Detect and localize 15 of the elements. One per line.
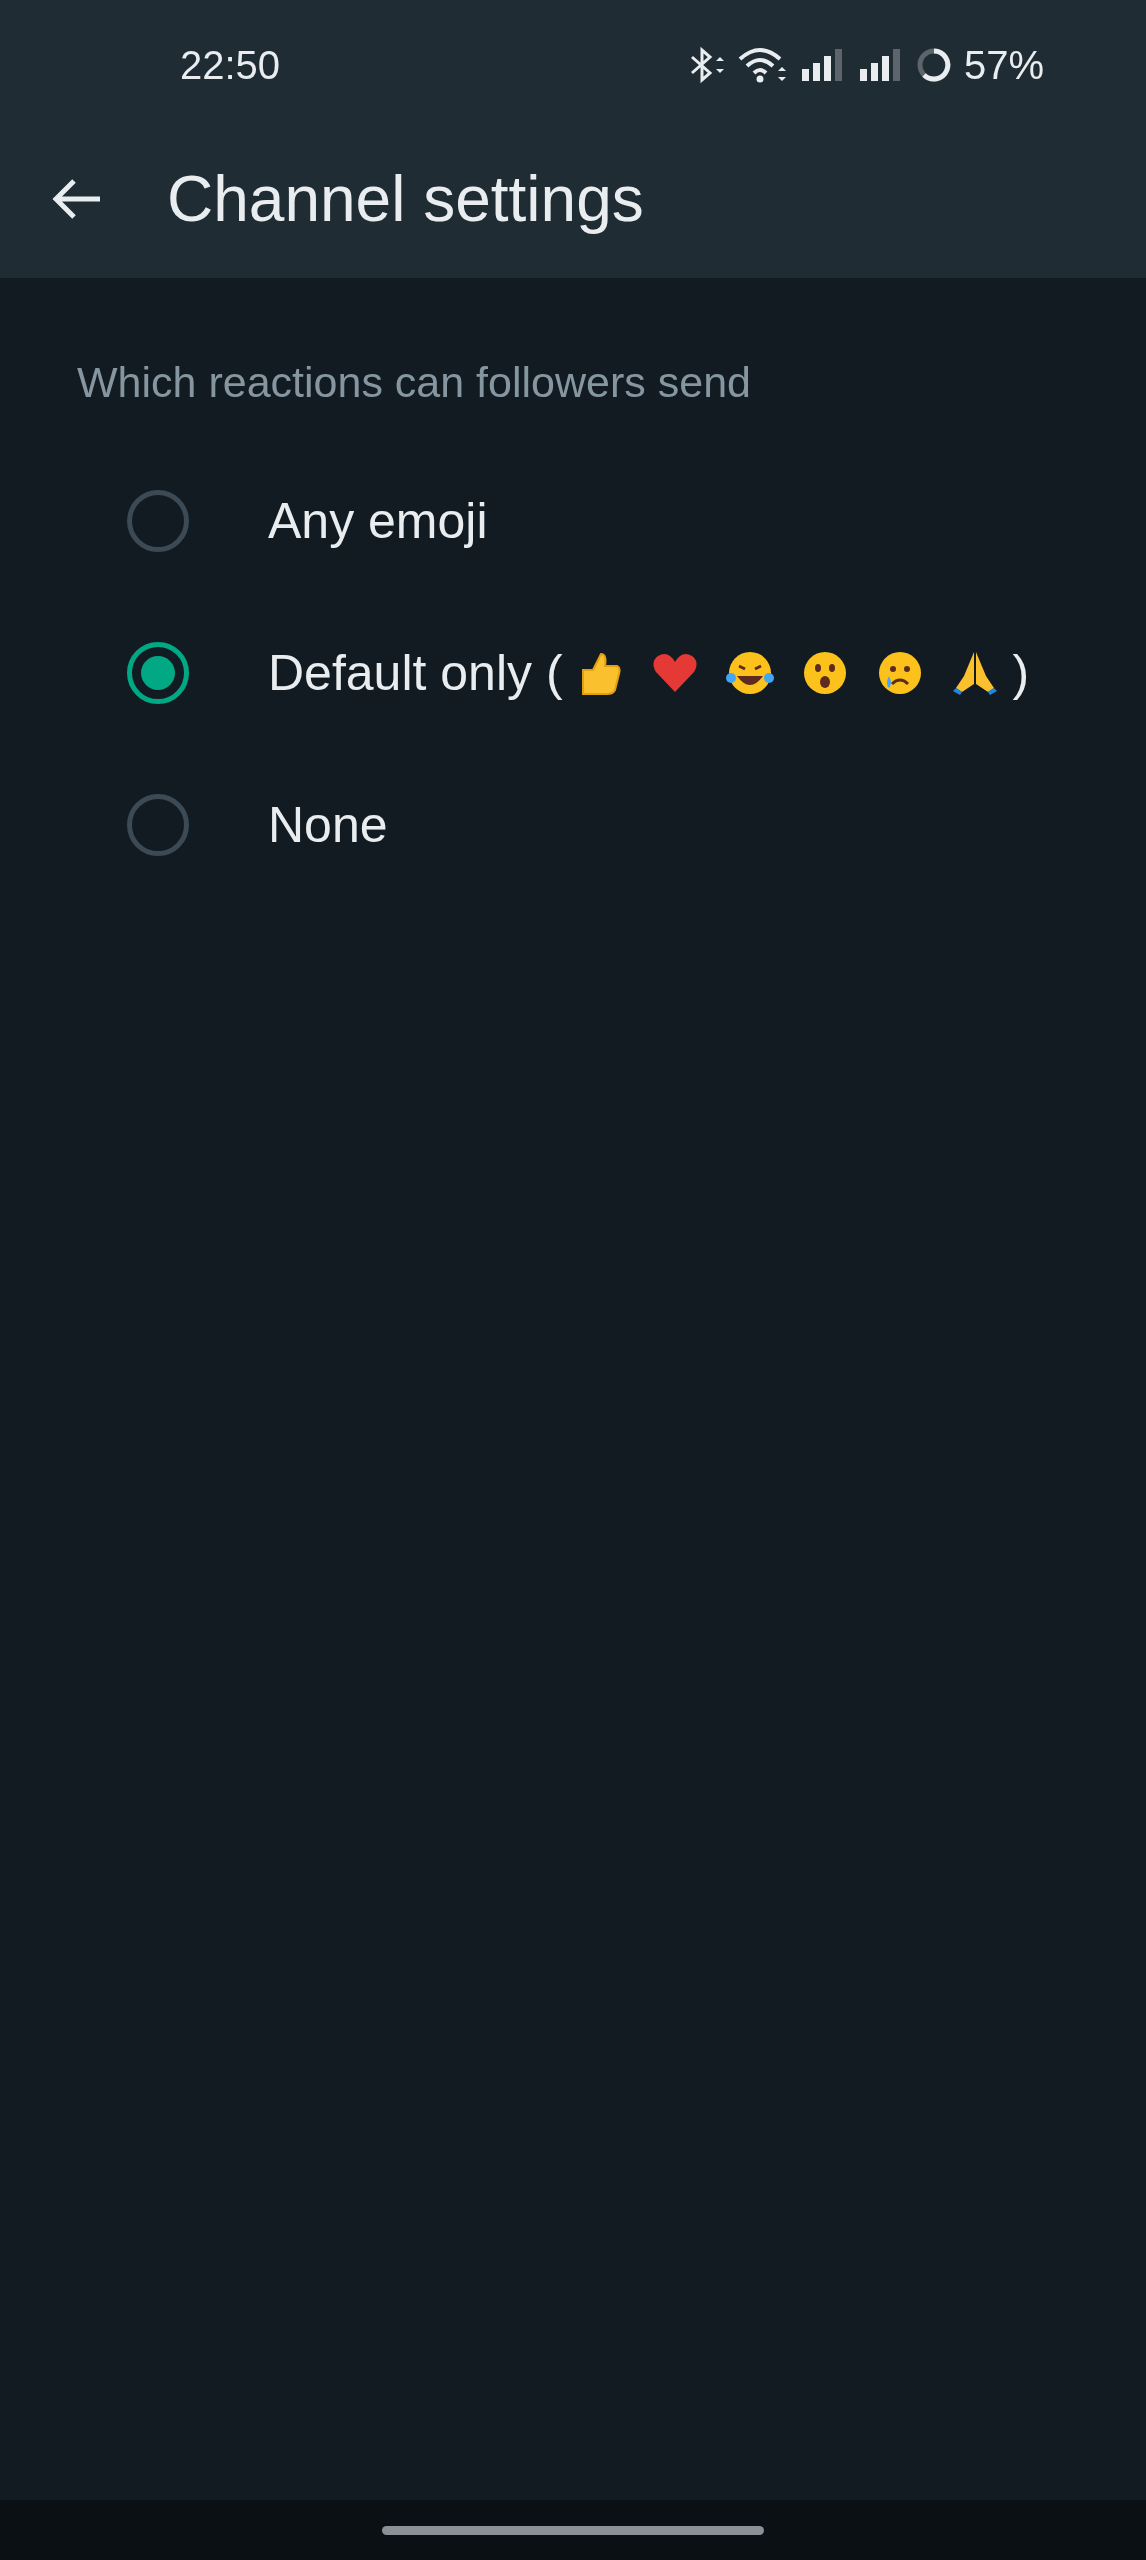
section-heading: Which reactions can followers send [76, 358, 752, 407]
home-indicator[interactable] [382, 2525, 764, 2535]
wifi-icon [737, 45, 788, 85]
radio-button[interactable] [127, 490, 189, 552]
battery-percent: 57% [963, 42, 1044, 88]
battery-icon [915, 47, 952, 83]
radio-button[interactable] [127, 642, 189, 704]
screen-title: Channel settings [167, 162, 644, 236]
closing-parenthesis: ) [1012, 644, 1030, 702]
option-label[interactable]: None [268, 796, 388, 854]
radio-button[interactable] [127, 794, 189, 856]
back-arrow-icon[interactable] [50, 177, 102, 221]
option-label[interactable]: Default only ( [268, 644, 563, 702]
status-time: 22:50 [180, 42, 281, 88]
option-label[interactable]: Any emoji [268, 492, 488, 550]
